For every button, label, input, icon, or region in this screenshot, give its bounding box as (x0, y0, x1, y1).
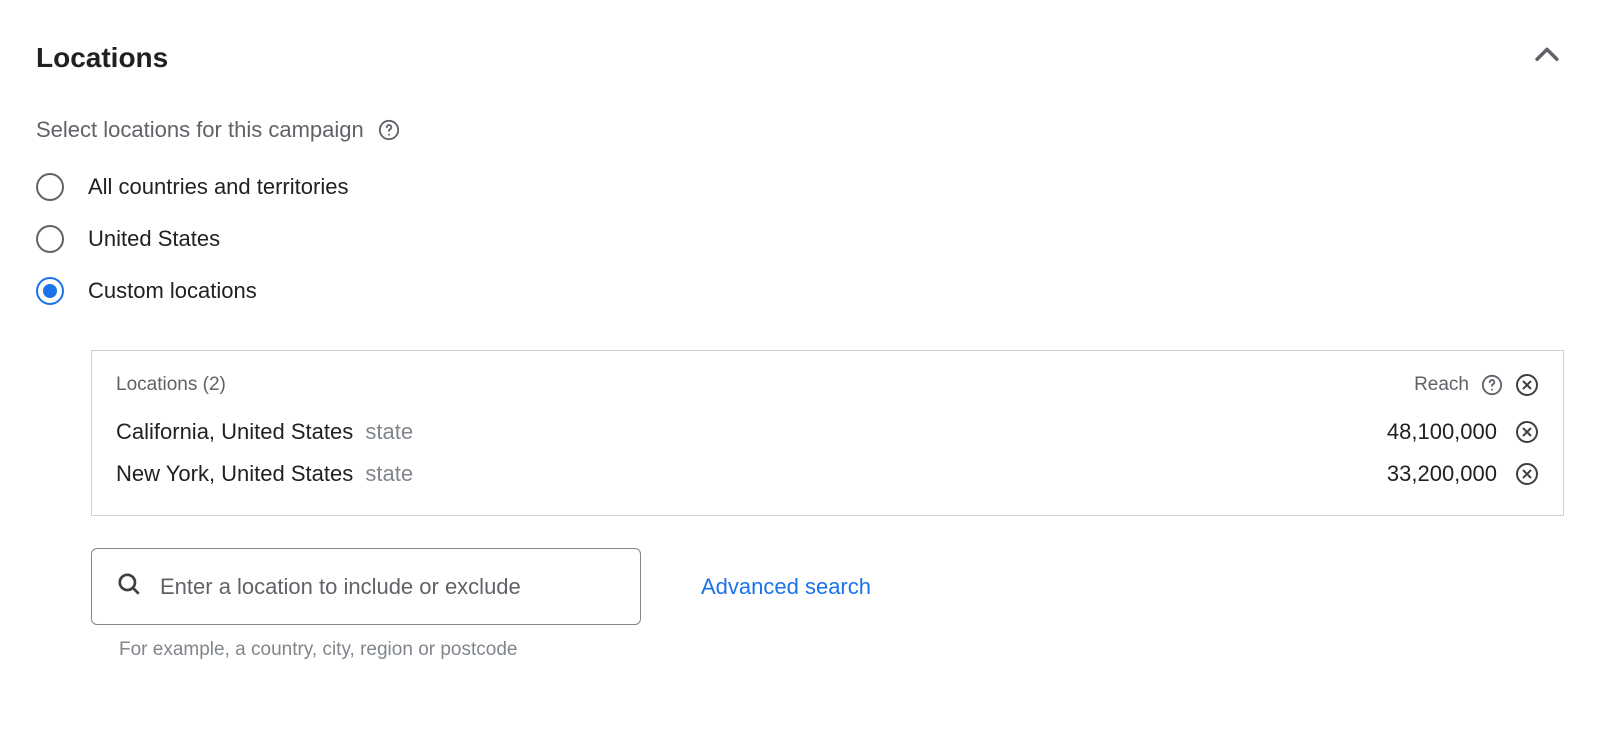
locations-box: Locations (2) Reach California, Unit (91, 350, 1564, 516)
remove-all-icon[interactable] (1515, 373, 1539, 397)
reach-value-group: 48,100,000 (1387, 419, 1539, 445)
location-search-input[interactable]: Enter a location to include or exclude (91, 548, 641, 625)
radio-custom-locations[interactable]: Custom locations (36, 277, 1564, 305)
locations-box-header: Locations (2) Reach (116, 373, 1539, 397)
radio-all-countries[interactable]: All countries and territories (36, 173, 1564, 201)
place-name: California, United States (116, 419, 353, 444)
radio-united-states[interactable]: United States (36, 225, 1564, 253)
reach-value-group: 33,200,000 (1387, 461, 1539, 487)
reach-value: 33,200,000 (1387, 461, 1497, 487)
locations-count-label: Locations (2) (116, 374, 226, 396)
radio-label: All countries and territories (88, 174, 348, 200)
location-row: New York, United States state 33,200,000 (116, 453, 1539, 495)
place-type: state (365, 419, 413, 444)
remove-location-icon[interactable] (1515, 420, 1539, 444)
reach-label: Reach (1414, 374, 1469, 396)
reach-value: 48,100,000 (1387, 419, 1497, 445)
radio-label: Custom locations (88, 278, 257, 304)
place-name: New York, United States (116, 461, 353, 486)
location-name: New York, United States state (116, 461, 413, 487)
place-type: state (365, 461, 413, 486)
search-placeholder: Enter a location to include or exclude (160, 574, 521, 600)
help-icon[interactable] (1481, 374, 1503, 396)
search-row: Enter a location to include or exclude A… (91, 548, 1564, 625)
section-header: Locations (36, 38, 1564, 77)
advanced-search-link[interactable]: Advanced search (701, 574, 871, 600)
radio-label: United States (88, 226, 220, 252)
search-icon (116, 571, 142, 602)
radio-group: All countries and territories United Sta… (36, 173, 1564, 305)
search-hint: For example, a country, city, region or … (91, 639, 1564, 661)
radio-circle-icon (36, 225, 64, 253)
reach-header-group: Reach (1414, 373, 1539, 397)
subtitle-row: Select locations for this campaign (36, 117, 1564, 143)
collapse-chevron-up-icon[interactable] (1530, 38, 1564, 77)
location-name: California, United States state (116, 419, 413, 445)
help-icon[interactable] (378, 119, 400, 141)
section-subtitle: Select locations for this campaign (36, 117, 364, 143)
remove-location-icon[interactable] (1515, 462, 1539, 486)
location-row: California, United States state 48,100,0… (116, 411, 1539, 453)
radio-dot-icon (43, 284, 57, 298)
section-title: Locations (36, 42, 168, 74)
radio-circle-icon (36, 173, 64, 201)
radio-circle-selected-icon (36, 277, 64, 305)
